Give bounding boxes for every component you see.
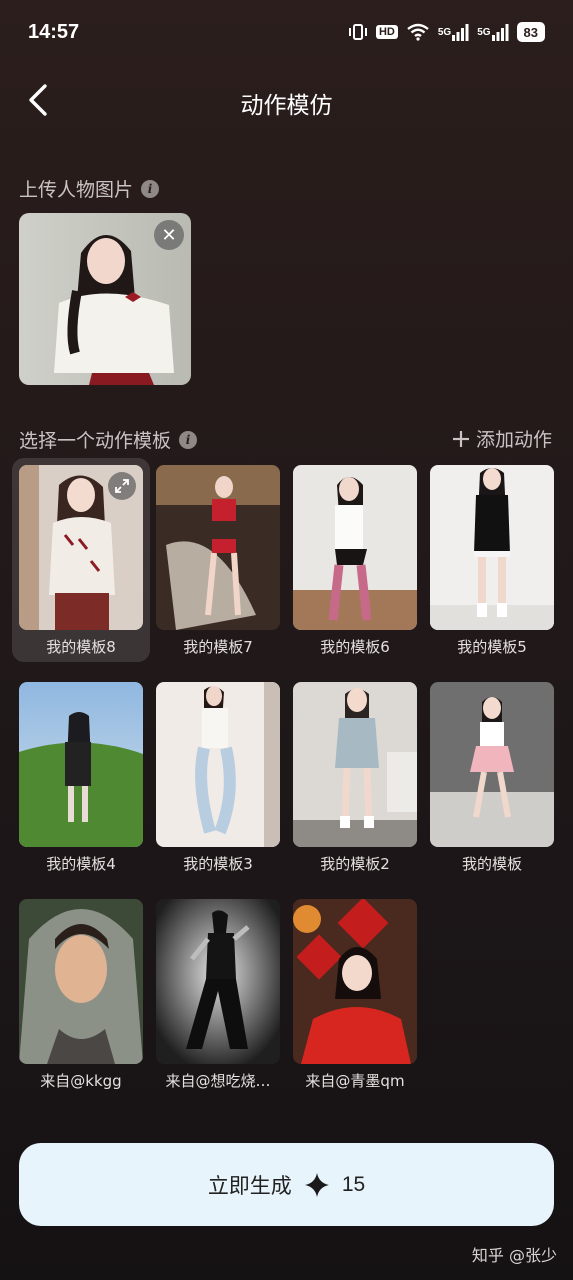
battery-icon: 83 xyxy=(516,22,545,42)
template-thumbnail xyxy=(19,465,143,630)
vibrate-icon xyxy=(348,23,368,41)
template-card[interactable]: 我的模板4 xyxy=(12,675,150,879)
template-label-text: 选择一个动作模板 xyxy=(19,430,172,452)
info-icon[interactable]: i xyxy=(179,430,198,449)
upload-section-label: 上传人物图片 i xyxy=(19,175,160,202)
template-card[interactable]: 我的模板3 xyxy=(149,675,287,879)
add-action-label: 添加动作 xyxy=(475,429,552,451)
template-card[interactable]: 我的模板2 xyxy=(286,675,424,879)
template-thumbnail xyxy=(293,899,417,1064)
template-card[interactable]: 我的模板5 xyxy=(423,458,561,662)
template-thumbnail xyxy=(293,465,417,630)
template-thumbnail xyxy=(156,899,280,1064)
template-card[interactable]: 来自@想吃烧… xyxy=(149,892,287,1096)
info-icon[interactable]: i xyxy=(141,179,160,198)
template-thumbnail xyxy=(156,682,280,847)
sparkle-icon xyxy=(304,1172,329,1197)
generate-button[interactable]: 立即生成 15 xyxy=(19,1143,554,1226)
template-thumbnail xyxy=(156,465,280,630)
status-bar: 14:57 HD 5G 5G 83 xyxy=(0,0,573,64)
upload-label-text: 上传人物图片 xyxy=(19,179,134,201)
generate-cost: 15 xyxy=(341,1172,366,1196)
signal-label: 5G xyxy=(437,26,452,38)
template-card[interactable]: 来自@kkgg xyxy=(12,892,150,1096)
template-card[interactable]: 我的模板8 xyxy=(12,458,150,662)
expand-button[interactable] xyxy=(108,472,136,500)
template-card[interactable]: 来自@青墨qm xyxy=(286,892,424,1096)
signal-icon: 5G xyxy=(477,23,509,41)
template-label: 我的模板4 xyxy=(46,855,116,873)
add-action-button[interactable]: 添加动作 xyxy=(452,425,552,452)
template-label: 我的模板 xyxy=(461,855,522,873)
remove-photo-button[interactable]: ✕ xyxy=(154,220,184,250)
template-label: 我的模板5 xyxy=(457,638,527,656)
signal-label: 5G xyxy=(477,26,491,38)
template-label: 我的模板7 xyxy=(183,638,253,656)
plus-icon xyxy=(452,430,469,447)
template-thumbnail xyxy=(293,682,417,847)
template-label: 来自@想吃烧… xyxy=(165,1072,271,1090)
page-title: 动作模仿 xyxy=(240,93,333,119)
wifi-icon xyxy=(406,23,430,41)
template-thumbnail xyxy=(430,465,554,630)
template-card[interactable]: 我的模板6 xyxy=(286,458,424,662)
watermark: 知乎 @张少 xyxy=(471,1246,557,1265)
template-card[interactable]: 我的模板7 xyxy=(149,458,287,662)
expand-icon xyxy=(115,479,129,493)
template-section-label: 选择一个动作模板 i xyxy=(19,426,198,453)
generate-label: 立即生成 xyxy=(207,1173,292,1198)
template-label: 我的模板8 xyxy=(46,638,116,656)
template-thumbnail xyxy=(19,682,143,847)
template-card[interactable]: 我的模板 xyxy=(423,675,561,879)
template-thumbnail xyxy=(19,899,143,1064)
template-label: 我的模板6 xyxy=(320,638,390,656)
template-thumbnail xyxy=(430,682,554,847)
signal-icon: 5G xyxy=(438,23,469,41)
template-label: 来自@kkgg xyxy=(40,1072,122,1090)
status-time: 14:57 xyxy=(28,20,80,43)
header: 动作模仿 xyxy=(0,64,573,136)
close-icon: ✕ xyxy=(161,224,177,246)
template-label: 我的模板3 xyxy=(183,855,253,873)
template-label: 来自@青墨qm xyxy=(305,1072,405,1090)
status-icons: HD 5G 5G 83 xyxy=(348,22,545,42)
hd-icon: HD xyxy=(375,25,398,39)
uploaded-photo[interactable]: ✕ xyxy=(19,213,191,385)
template-label: 我的模板2 xyxy=(320,855,390,873)
